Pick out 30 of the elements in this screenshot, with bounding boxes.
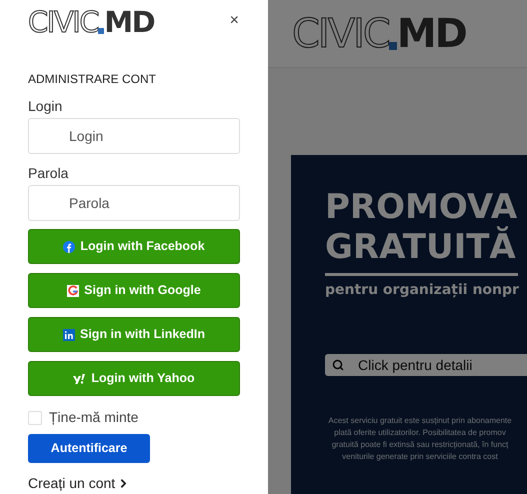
search-bar[interactable]: Click pentru detalii: [325, 354, 527, 376]
logo[interactable]: CIVIC MD: [28, 8, 154, 37]
create-account-link[interactable]: Creați un cont: [28, 473, 240, 494]
remember-me-label: Ține-mă minte: [49, 408, 138, 427]
banner-title: PROMOVA: [325, 187, 518, 227]
field-label: Parola: [28, 164, 70, 182]
page-overlay[interactable]: [268, 0, 527, 494]
banner-title: GRATUITĂ: [325, 227, 517, 267]
checkbox[interactable]: [28, 410, 42, 424]
social-login-button[interactable]: Login with Facebook: [28, 229, 240, 264]
social-login-button[interactable]: Sign in with Google: [28, 273, 240, 308]
search-icon: [332, 359, 344, 371]
social-login-button[interactable]: Sign in with LinkedIn: [28, 317, 240, 352]
yahoo-icon: [73, 372, 86, 384]
facebook-icon: [63, 240, 76, 252]
linkedin-icon: [63, 328, 75, 340]
input-field[interactable]: Parola: [28, 185, 240, 221]
logo[interactable]: CIVIC MD: [292, 14, 527, 54]
banner-note: Acest serviciu gratuit este susținut prin abonamente: [327, 415, 513, 427]
banner-subtitle: pentru organizații nonpr: [325, 281, 520, 300]
close-button[interactable]: ×: [230, 13, 239, 29]
banner-note: plată oferite utilizatorilor. Posibilitatea de promov: [333, 427, 507, 439]
banner-note: veniturile generate prin serviciile contra cost: [341, 451, 499, 463]
field-label: Login: [28, 97, 64, 115]
social-login-button[interactable]: Login with Yahoo: [28, 361, 240, 396]
login-button[interactable]: Autentificare: [28, 434, 150, 463]
input-field[interactable]: Login: [28, 118, 240, 154]
google-icon: [67, 284, 80, 296]
section-heading: ADMINISTRARE CONT: [28, 71, 158, 87]
banner-note: gratuită poate fi extinsă sau restricționată, în funcț: [330, 439, 510, 451]
